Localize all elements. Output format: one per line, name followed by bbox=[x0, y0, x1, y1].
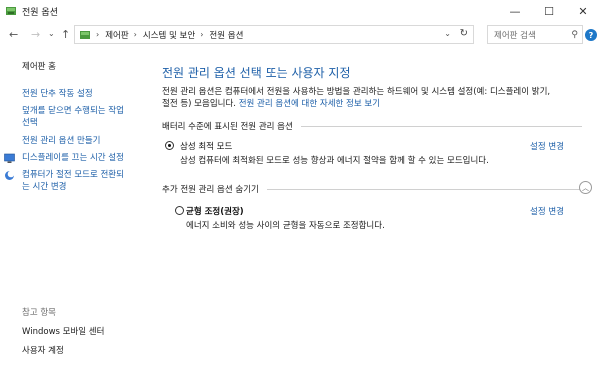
plan-balanced-name: 균형 조정(권장) bbox=[186, 207, 244, 217]
page-description: 전원 관리 옵션은 컴퓨터에서 전원을 사용하는 방법을 관리하는 하드웨어 및… bbox=[162, 86, 582, 110]
sidebar: 제어판 홈 전원 단추 작동 설정 덮개를 닫으면 수행되는 작업 선택 전원 … bbox=[0, 52, 150, 368]
see-also-mobility-center[interactable]: Windows 모바일 센터 bbox=[22, 327, 104, 339]
window-title: 전원 옵션 bbox=[22, 7, 58, 18]
title-bar: 전원 옵션 — ☐ ✕ bbox=[0, 0, 600, 22]
forward-arrow-icon[interactable]: → bbox=[31, 28, 40, 41]
learn-more-link[interactable]: 전원 관리 옵션에 대한 자세한 정보 보기 bbox=[239, 99, 380, 109]
see-also-user-accounts[interactable]: 사용자 계정 bbox=[22, 346, 64, 358]
navigation-bar: ← → ⌄ ↑ › 제어판 › 시스템 및 보안 › 전원 옵션 ⌄ ↻ 제어판… bbox=[0, 24, 600, 46]
breadcrumb-separator-icon: › bbox=[200, 30, 204, 39]
sidebar-item-control-panel-home[interactable]: 제어판 홈 bbox=[22, 62, 56, 74]
search-input[interactable]: 제어판 검색 ⚲ bbox=[487, 25, 583, 44]
plan-balanced-change-settings-link[interactable]: 설정 변경 bbox=[530, 205, 564, 217]
sidebar-item-create-plan[interactable]: 전원 관리 옵션 만들기 bbox=[22, 136, 101, 148]
sidebar-item-display-off[interactable]: 디스플레이를 끄는 시간 설정 bbox=[22, 153, 124, 165]
section-divider bbox=[300, 125, 582, 127]
maximize-button[interactable]: ☐ bbox=[532, 0, 566, 22]
sidebar-item-power-button[interactable]: 전원 단추 작동 설정 bbox=[22, 89, 93, 101]
address-dropdown-chevron-icon[interactable]: ⌄ bbox=[444, 29, 451, 38]
breadcrumb-separator-icon: › bbox=[96, 30, 100, 39]
section-battery-plans: 배터리 수준에 표시된 전원 관리 옵션 bbox=[162, 120, 582, 132]
section-battery-title: 배터리 수준에 표시된 전원 관리 옵션 bbox=[162, 122, 293, 132]
plan-samsung-description: 삼성 컴퓨터에 최적화된 모드로 성능 향상과 에너지 절약을 함께 할 수 있… bbox=[180, 156, 489, 166]
plan-samsung-change-settings-link[interactable]: 설정 변경 bbox=[530, 140, 564, 152]
sidebar-item-sleep-time[interactable]: 컴퓨터가 절전 모드로 전환되 bbox=[22, 170, 124, 182]
plan-samsung-radio[interactable] bbox=[165, 141, 174, 150]
plan-balanced-description: 에너지 소비와 성능 사이의 균형을 자동으로 조정합니다. bbox=[186, 221, 385, 231]
description-text-line1: 전원 관리 옵션은 컴퓨터에서 전원을 사용하는 방법을 관리하는 하드웨어 및… bbox=[162, 87, 551, 97]
sidebar-item-lid-close[interactable]: 덮개를 닫으면 수행되는 작업 bbox=[22, 106, 124, 118]
search-placeholder: 제어판 검색 bbox=[494, 30, 536, 41]
control-panel-icon bbox=[80, 30, 90, 39]
help-icon[interactable]: ? bbox=[585, 29, 597, 41]
power-options-icon bbox=[6, 7, 16, 15]
plan-balanced-radio[interactable] bbox=[175, 206, 184, 215]
section-hidden-title[interactable]: 추가 전원 관리 옵션 숨기기 bbox=[162, 183, 259, 195]
up-arrow-icon[interactable]: ↑ bbox=[61, 28, 70, 41]
search-icon[interactable]: ⚲ bbox=[571, 30, 578, 40]
section-hidden-plans: 추가 전원 관리 옵션 숨기기 bbox=[162, 183, 582, 195]
back-arrow-icon[interactable]: ← bbox=[9, 28, 18, 41]
refresh-icon[interactable]: ↻ bbox=[460, 28, 468, 39]
sidebar-item-sleep-time-cont[interactable]: 는 시간 변경 bbox=[22, 182, 67, 194]
breadcrumb-control-panel[interactable]: 제어판 bbox=[105, 29, 128, 41]
recent-locations-chevron-icon[interactable]: ⌄ bbox=[48, 29, 55, 38]
see-also-title: 참고 항목 bbox=[22, 308, 56, 318]
collapse-chevron-icon[interactable]: ︿ bbox=[579, 181, 592, 194]
address-bar[interactable]: › 제어판 › 시스템 및 보안 › 전원 옵션 ⌄ ↻ bbox=[74, 25, 474, 44]
close-button[interactable]: ✕ bbox=[566, 0, 600, 22]
breadcrumb-separator-icon: › bbox=[133, 30, 137, 39]
page-title: 전원 관리 옵션 선택 또는 사용자 지정 bbox=[162, 66, 351, 80]
sleep-moon-icon bbox=[5, 170, 15, 180]
sidebar-item-lid-close-cont[interactable]: 선택 bbox=[22, 118, 38, 130]
description-text-line2: 절전 등) 모음입니다. bbox=[162, 99, 236, 109]
plan-samsung-name: 삼성 최적 모드 bbox=[180, 142, 233, 152]
section-divider bbox=[266, 188, 582, 190]
minimize-button[interactable]: — bbox=[498, 0, 532, 22]
monitor-icon bbox=[4, 153, 15, 163]
breadcrumb-power-options[interactable]: 전원 옵션 bbox=[209, 29, 243, 41]
breadcrumb-system-security[interactable]: 시스템 및 보안 bbox=[143, 29, 195, 41]
